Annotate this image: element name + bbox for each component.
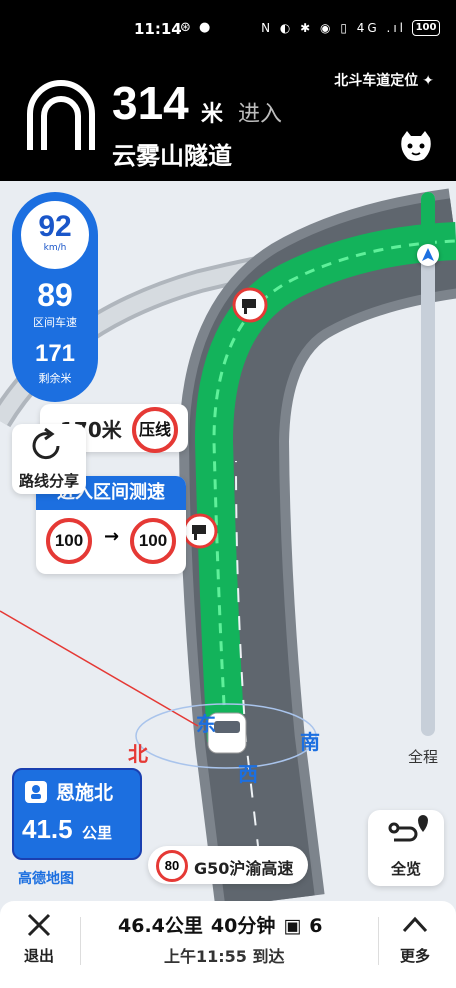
speed-unit: km/h <box>43 243 67 253</box>
remaining-distance: 171 <box>34 340 76 367</box>
exit-label: 退出 <box>23 947 54 965</box>
more-button[interactable]: 更多 <box>386 909 444 969</box>
overview-button[interactable]: 全览 <box>368 810 444 886</box>
next-road-name: 云雾山隧道 <box>112 142 232 170</box>
route-icon <box>388 815 428 842</box>
status-time: 11:14 <box>134 20 182 38</box>
more-label: 更多 <box>399 947 430 965</box>
camera-icon <box>182 513 218 549</box>
progress-fill <box>421 192 435 252</box>
exit-button[interactable]: 退出 <box>10 909 68 969</box>
lane-warning-sign: 压线 <box>132 407 178 453</box>
mascot-icon[interactable] <box>398 128 434 164</box>
destination-distance: 41.5 <box>22 814 73 844</box>
beidou-lane-positioning[interactable]: 北斗车道定位 ✦ <box>334 70 434 90</box>
current-speed-circle: 92 km/h <box>18 198 92 272</box>
beidou-label: 北斗车道定位 <box>334 73 419 89</box>
compass-west: 西 <box>238 762 258 786</box>
current-speed-limit: 80 <box>156 850 188 882</box>
status-bar: 11:14 ⊛ ● N ◐ ✱ ◉ ▯ 4G .ıl 100 <box>0 0 456 66</box>
average-speed: 89 <box>37 277 73 313</box>
compass-north: 北 <box>128 742 148 766</box>
remaining-time: 40分钟 <box>210 915 276 937</box>
speed-limit-to: 100 <box>130 518 176 564</box>
average-speed-label: 区间车速 <box>33 316 77 329</box>
close-icon <box>27 913 51 937</box>
route-share-label: 路线分享 <box>18 472 79 490</box>
chevron-up-icon <box>402 916 428 933</box>
guidance-header: 314 米 进入 云雾山隧道 北斗车道定位 ✦ <box>0 66 456 181</box>
bottom-bar: 退出 46.4公里 40分钟 ▣ 6 上午11:55 到达 更多 <box>0 901 456 988</box>
system-icons: N ◐ ✱ ◉ ▯ 4G .ıl <box>261 21 406 35</box>
arrow-icon: → <box>104 526 120 547</box>
current-road-name: G50沪渝高速 <box>194 859 294 878</box>
overview-label: 全览 <box>390 860 421 878</box>
compass-south: 南 <box>300 730 320 754</box>
divider <box>378 917 379 965</box>
camera-icon <box>232 287 268 323</box>
tunnel-icon <box>27 80 95 150</box>
satellite-icon: ✦ <box>422 73 434 89</box>
turn-action: 进入 <box>238 102 283 127</box>
arrival-time: 上午11:55 到达 <box>164 947 285 966</box>
position-arrow-icon <box>417 244 439 266</box>
compass-east: 东 <box>196 712 216 736</box>
turn-distance-unit: 米 <box>201 102 224 127</box>
notification-icons: ⊛ ● <box>180 20 213 35</box>
brand-logo: 高德地图 <box>18 871 74 887</box>
remaining-total-distance: 46.4公里 <box>118 915 203 937</box>
share-icon <box>32 427 60 460</box>
current-speed: 92 <box>38 210 72 243</box>
destination-distance-unit: 公里 <box>82 824 113 842</box>
destination-name: 恩施北 <box>56 782 114 804</box>
remaining-distance-label: 剩余米 <box>38 372 72 385</box>
destination-card[interactable]: 恩施北 41.5 公里 <box>12 768 142 860</box>
divider <box>80 917 81 965</box>
route-progress-bar[interactable] <box>417 192 439 736</box>
trip-summary: 46.4公里 40分钟 ▣ 6 <box>118 911 331 938</box>
full-route-label: 全程 <box>408 748 439 766</box>
battery-icon: 100 <box>412 20 440 36</box>
current-road-chip: 80 G50沪渝高速 <box>148 846 308 884</box>
destination-icon <box>25 781 47 803</box>
traffic-light-icon: ▣ <box>283 915 302 937</box>
speed-panel: 92 km/h 89 区间车速 171 剩余米 <box>12 192 98 402</box>
traffic-light-count: 6 <box>309 915 323 937</box>
speed-limit-from: 100 <box>46 518 92 564</box>
route-share-button[interactable]: 路线分享 <box>12 424 86 494</box>
turn-distance: 314 <box>112 77 189 129</box>
